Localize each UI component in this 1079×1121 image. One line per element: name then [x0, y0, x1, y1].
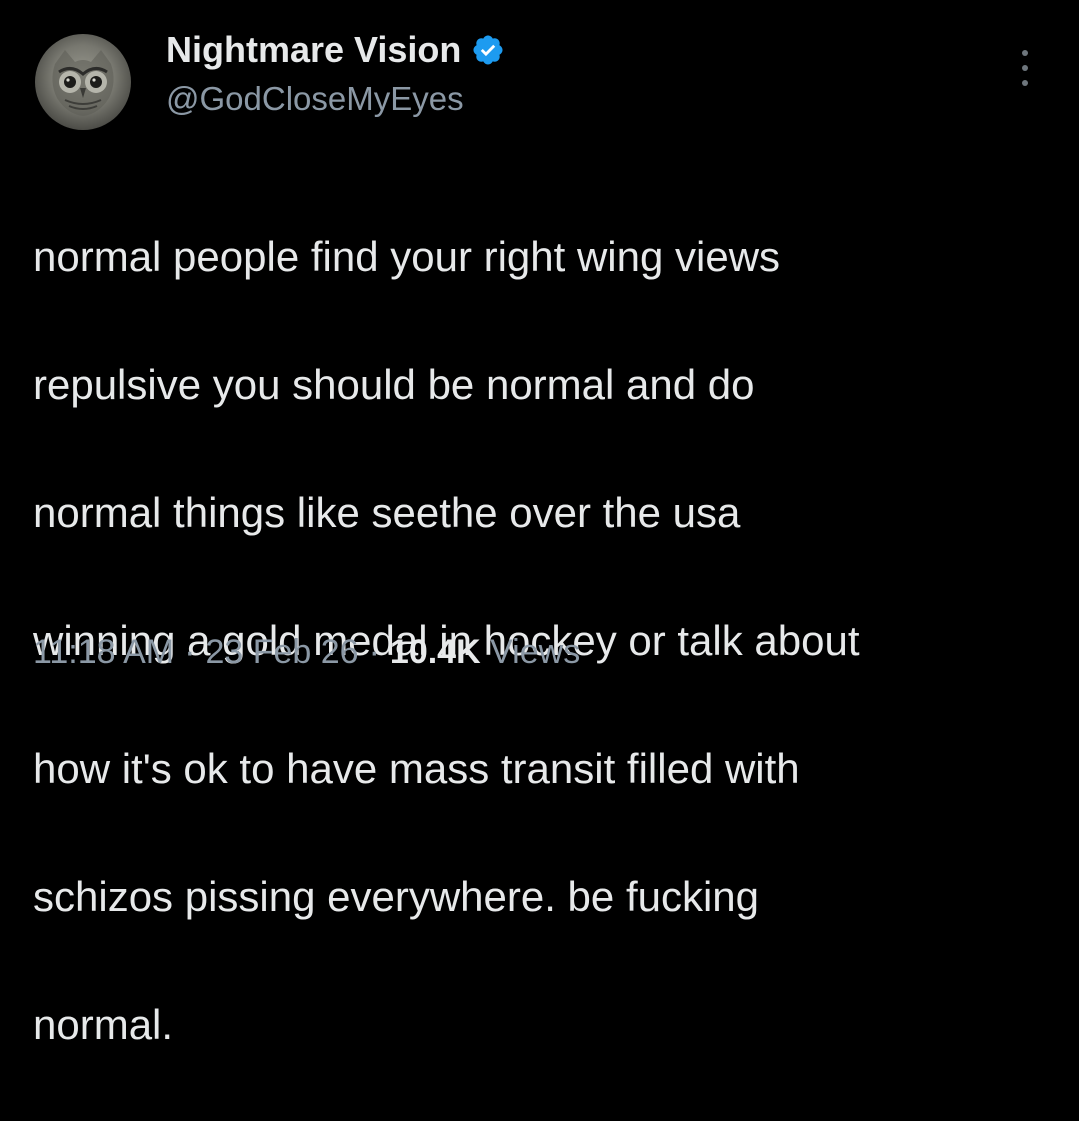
tweet-time[interactable]: 11:18 AM	[33, 633, 174, 671]
tweet-card: Nightmare Vision @GodCloseMyEyes normal …	[0, 0, 1079, 1048]
tweet-date[interactable]: 23 Feb 26	[205, 633, 358, 671]
tweet-text-line: how it's ok to have mass transit filled …	[33, 745, 800, 792]
tweet-text-line: repulsive you should be normal and do	[33, 361, 755, 408]
author-avatar[interactable]	[35, 34, 131, 130]
tweet-text-line: normal.	[33, 1001, 174, 1048]
more-options-icon	[1022, 50, 1028, 56]
views-label: Views	[490, 633, 581, 671]
author-display-name[interactable]: Nightmare Vision	[166, 27, 461, 73]
meta-separator: ·	[368, 633, 380, 671]
author-handle[interactable]: @GodCloseMyEyes	[166, 79, 505, 119]
author-block: Nightmare Vision @GodCloseMyEyes	[166, 27, 505, 127]
tweet-text-line: normal people find your right wing views	[33, 233, 781, 280]
more-options-icon-dot	[1022, 80, 1028, 86]
more-options-button[interactable]	[1010, 50, 1040, 86]
author-name-row: Nightmare Vision	[166, 27, 505, 73]
tweet-text-line: normal things like seethe over the usa	[33, 489, 741, 536]
more-options-icon-dot	[1022, 65, 1028, 71]
views-count[interactable]: 10.4K	[390, 633, 481, 671]
verified-badge-icon	[473, 35, 503, 65]
meta-separator: ·	[184, 633, 196, 671]
tweet-metadata: 11:18 AM · 23 Feb 26 · 10.4K Views	[33, 630, 580, 674]
owl-avatar-icon	[52, 50, 114, 116]
tweet-text-line: schizos pissing everywhere. be fucking	[33, 873, 760, 920]
